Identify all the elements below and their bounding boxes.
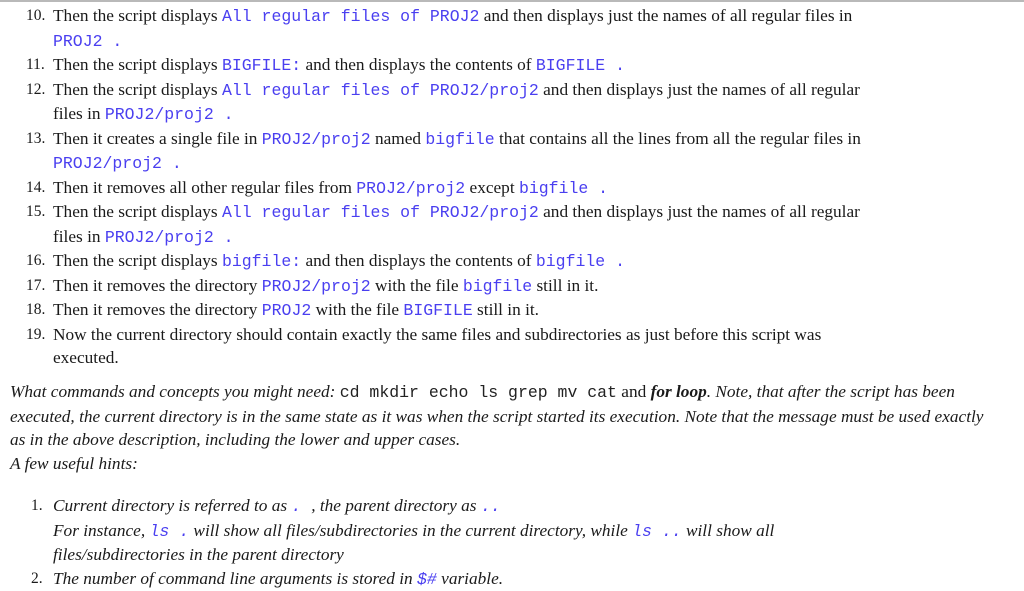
item-number: 14.: [26, 176, 45, 200]
text-run: Then the script displays: [53, 202, 222, 221]
text-run: The number of command line arguments is …: [53, 569, 417, 588]
hint-item: 2.The number of command line arguments i…: [53, 567, 1013, 591]
text-run: files/subdirectories in the parent direc…: [53, 545, 344, 564]
text-run: with the file: [371, 276, 463, 295]
text-run: Then the script displays: [53, 55, 222, 74]
item-number: 18.: [26, 298, 45, 322]
item-number: 10.: [26, 4, 45, 28]
emphasis: for loop: [651, 382, 707, 401]
code-snippet: ls .: [149, 522, 189, 541]
code-snippet: .: [291, 497, 311, 516]
text-run: still in it.: [473, 300, 539, 319]
code-snippet: PROJ2 .: [53, 32, 122, 51]
text-run: Now the current directory should contain…: [53, 325, 821, 344]
item-number: 2.: [31, 567, 43, 591]
code-snippet: BIGFILE .: [536, 56, 625, 75]
code-snippet: ls ..: [632, 522, 682, 541]
text-run: except: [465, 178, 519, 197]
text-run: Then the script displays: [53, 6, 222, 25]
hints-title: A few useful hints:: [10, 452, 138, 476]
text-run: and then displays just the names of all …: [539, 202, 860, 221]
code-snippet: PROJ2/proj2 .: [53, 154, 182, 173]
text-run: What commands and concepts you might nee…: [10, 382, 330, 401]
code-snippet: PROJ2/proj2 .: [105, 228, 234, 247]
step-item: 16.Then the script displays bigfile: and…: [53, 249, 1013, 274]
text-run: will show all files/subdirectories in th…: [189, 521, 632, 540]
code-snippet: BIGFILE: [403, 301, 472, 320]
text-run: and then displays the contents of: [301, 251, 536, 270]
code-snippet: All regular files of PROJ2/proj2: [222, 203, 539, 222]
text-run: Then it removes all other regular files …: [53, 178, 356, 197]
step-item: 19.Now the current directory should cont…: [53, 323, 1013, 370]
code-snippet: PROJ2/proj2: [262, 277, 371, 296]
text-run: and then displays just the names of all …: [479, 6, 852, 25]
text-run: Then the script displays: [53, 251, 222, 270]
code-snippet: bigfile: [425, 130, 494, 149]
code-snippet: BIGFILE:: [222, 56, 301, 75]
item-number: 12.: [26, 78, 45, 102]
text-run: and then displays just the names of all …: [539, 80, 860, 99]
text-run: and then displays the contents of: [301, 55, 536, 74]
item-number: 13.: [26, 127, 45, 151]
step-item: 10.Then the script displays All regular …: [53, 4, 1013, 53]
text-run: Then it removes the directory: [53, 300, 262, 319]
item-number: 1.: [31, 494, 43, 518]
item-number: 19.: [26, 323, 45, 347]
hint-item: 1.Current directory is referred to as . …: [53, 494, 1013, 567]
step-item: 14.Then it removes all other regular fil…: [53, 176, 1013, 201]
text-run: Current directory is referred to as: [53, 496, 291, 515]
code-snippet: All regular files of PROJ2/proj2: [222, 81, 539, 100]
text-run: :: [330, 382, 340, 401]
step-item: 15.Then the script displays All regular …: [53, 200, 1013, 249]
code-snippet: ..: [481, 497, 501, 516]
code-snippet: PROJ2: [262, 301, 312, 320]
code-snippet: bigfile:: [222, 252, 301, 271]
text-run: named: [371, 129, 426, 148]
code-snippet: PROJ2/proj2: [262, 130, 371, 149]
step-item: 13.Then it creates a single file in PROJ…: [53, 127, 1013, 176]
item-number: 15.: [26, 200, 45, 224]
code-snippet: bigfile: [463, 277, 532, 296]
top-divider: [0, 0, 1024, 2]
step-item: 17.Then it removes the directory PROJ2/p…: [53, 274, 1013, 299]
commands-paragraph: What commands and concepts you might nee…: [10, 380, 1000, 452]
text-run: For instance,: [53, 521, 149, 540]
step-item: 12.Then the script displays All regular …: [53, 78, 1013, 127]
code-snippet: PROJ2/proj2 .: [105, 105, 234, 124]
code-snippet: bigfile .: [536, 252, 625, 271]
text-run: files in: [53, 227, 105, 246]
text-run: still in it.: [532, 276, 598, 295]
text-run: , the parent directory as: [311, 496, 481, 515]
text-run: with the file: [311, 300, 403, 319]
code-snippet: PROJ2/proj2: [356, 179, 465, 198]
text-run: variable.: [437, 569, 503, 588]
text-run: executed.: [53, 348, 119, 367]
text-run: will show all: [682, 521, 775, 540]
item-number: 16.: [26, 249, 45, 273]
item-number: 11.: [26, 53, 45, 77]
code-snippet: $#: [417, 570, 437, 589]
code-snippet: All regular files of PROJ2: [222, 7, 479, 26]
item-number: 17.: [26, 274, 45, 298]
hints-list: 1.Current directory is referred to as . …: [0, 494, 1013, 591]
text-run: Then it creates a single file in: [53, 129, 262, 148]
text-run: and: [617, 382, 651, 401]
steps-list: 10. Then the script displays All regular …: [0, 4, 1013, 370]
text-run: Then it removes the directory: [53, 276, 262, 295]
text-run: that contains all the lines from all the…: [495, 129, 861, 148]
text-run: Then the script displays: [53, 80, 222, 99]
text-run: files in: [53, 104, 105, 123]
step-item: 11.Then the script displays BIGFILE: and…: [53, 53, 1013, 78]
command-list: cd mkdir echo ls grep mv cat: [340, 383, 617, 402]
code-snippet: bigfile .: [519, 179, 608, 198]
step-item: 18.Then it removes the directory PROJ2 w…: [53, 298, 1013, 323]
